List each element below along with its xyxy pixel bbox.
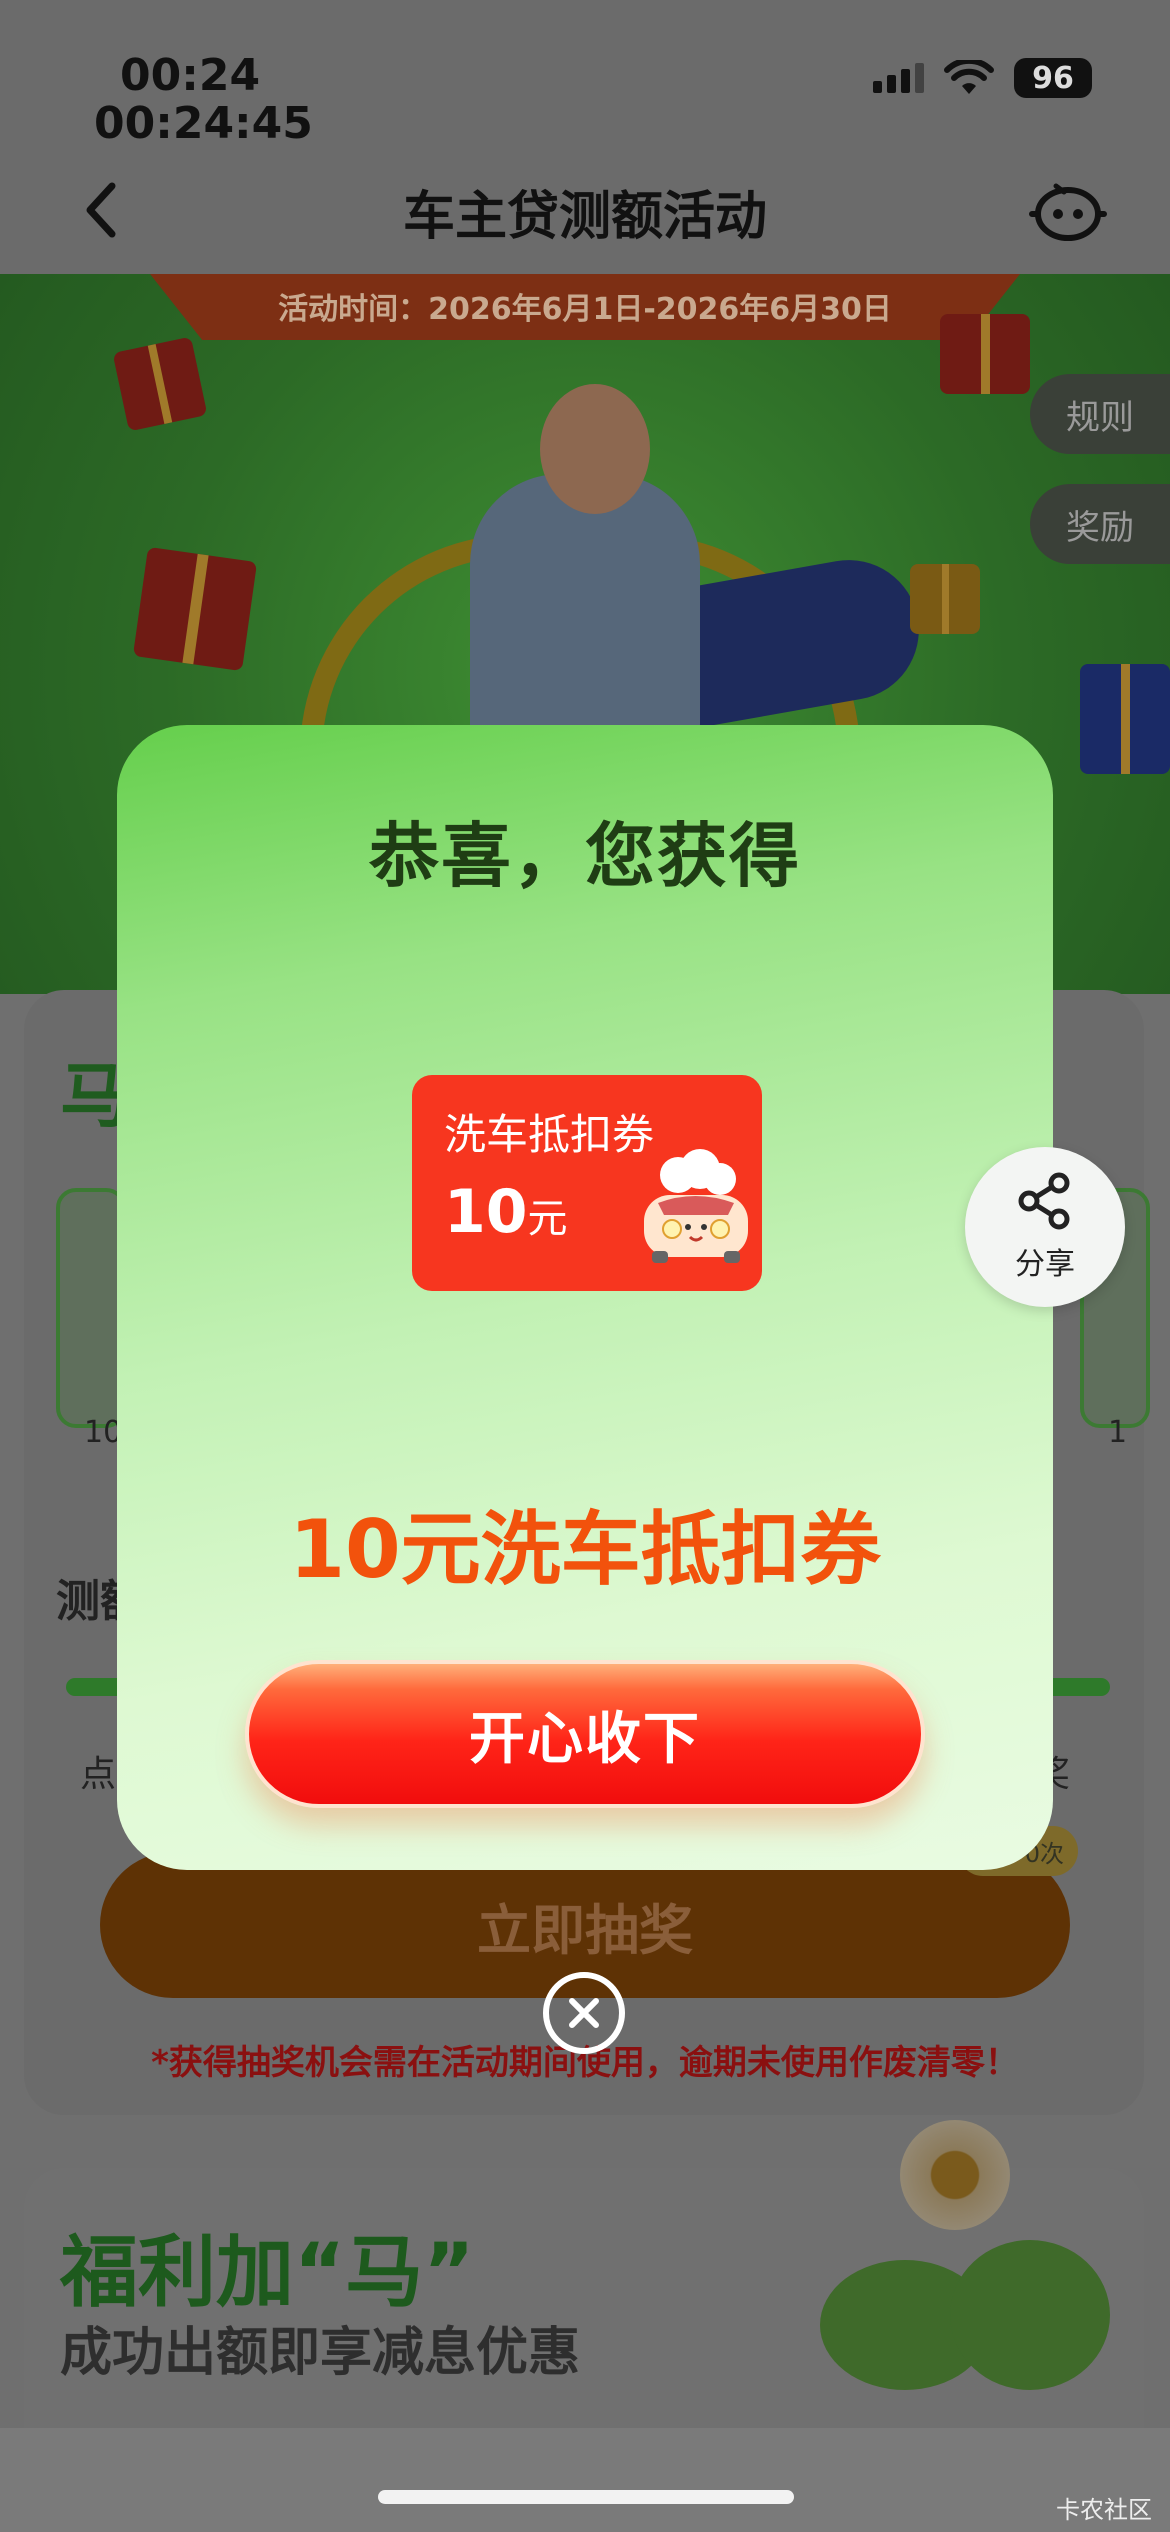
rewards-tab[interactable]: 奖励 [1030,484,1170,564]
accept-button[interactable]: 开心收下 [245,1660,925,1808]
share-label: 分享 [1015,1247,1075,1282]
gift-icon [940,314,1030,394]
step-label-left: 点 [80,1754,117,1795]
prize-label-right: 1 [1108,1415,1128,1450]
coupon-value: 10元 [444,1177,568,1247]
person-illustration [470,474,700,754]
close-modal-button[interactable] [543,1972,625,2054]
page-title: 车主贷测额活动 [402,187,767,247]
rules-tab[interactable]: 规则 [1030,374,1170,454]
share-button[interactable]: 分享 [965,1147,1125,1307]
prize-name: 10元洗车抵扣券 [289,1503,881,1596]
gift-icon [910,564,980,634]
prize-card-left [56,1188,126,1428]
prize-modal: 恭喜，您获得 洗车抵扣券 10元 10元洗车抵扣券 开心收下 [117,725,1053,1870]
flower-decoration [900,2120,1010,2230]
nav-bar: 车主贷测额活动 [0,150,1170,274]
battery-icon: 96 [1014,58,1092,98]
bottom-bar [0,2428,1170,2532]
bush-decoration [950,2240,1110,2390]
share-icon [1018,1172,1070,1230]
coupon-unit: 元 [527,1196,568,1242]
status-time-detail: 00:24:45 [94,98,313,149]
status-icons: 96 [873,58,1092,98]
coupon-name: 洗车抵扣券 [444,1110,655,1159]
car-wash-icon [644,1149,748,1263]
gift-icon [1080,664,1170,774]
coupon-amount: 10 [444,1177,528,1247]
status-time: 00:24 [120,50,261,101]
watermark: 卡农社区 [1056,2496,1152,2524]
gift-icon [112,336,208,432]
signal-icon [873,63,924,93]
benefit-subtitle: 成功出额即享减息优惠 [60,2323,581,2383]
status-bar: 00:24 00:24:45 96 [0,0,1170,150]
robot-service-icon[interactable] [1028,172,1108,252]
wifi-icon [944,60,994,94]
person-head [540,384,650,514]
coupon-card: 洗车抵扣券 10元 [412,1075,762,1291]
gift-icon [132,546,258,672]
modal-title: 恭喜，您获得 [369,815,801,897]
home-indicator[interactable] [378,2490,794,2504]
benefit-title: 福利加“马” [60,2228,475,2318]
close-icon [569,1998,599,2028]
